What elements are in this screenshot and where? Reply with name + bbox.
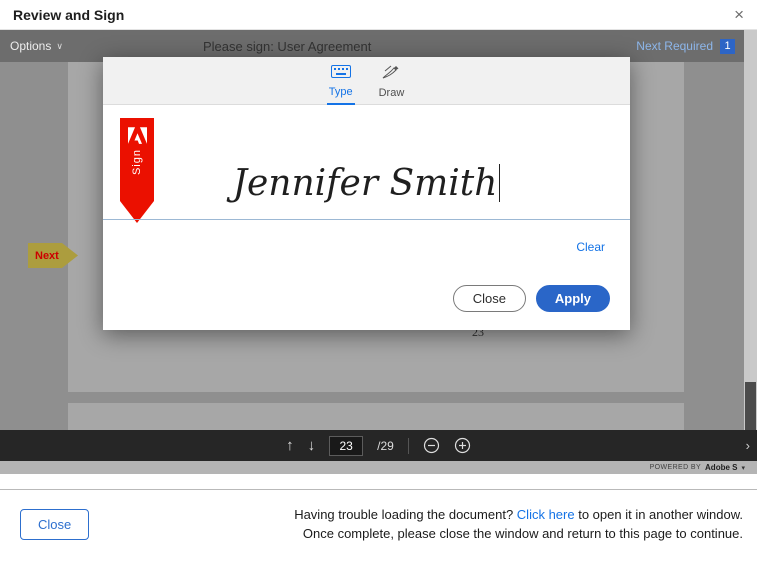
footer-help-line1: Having trouble loading the document? Cli… bbox=[294, 505, 743, 524]
scrollbar[interactable] bbox=[744, 30, 757, 430]
options-label: Options bbox=[10, 39, 51, 53]
tab-type-label: Type bbox=[329, 86, 353, 98]
caret-down-icon: ▾ bbox=[741, 464, 745, 472]
document-page-next bbox=[68, 403, 684, 430]
signature-input[interactable]: Jennifer Smith bbox=[103, 163, 630, 204]
viewer-toolbar: ↑ ↓ 23 /29 › bbox=[0, 430, 757, 461]
zoom-out-icon[interactable] bbox=[423, 437, 440, 454]
options-dropdown[interactable]: Options ∨ bbox=[10, 30, 63, 62]
dialog-title: Review and Sign bbox=[13, 7, 124, 23]
signature-area: Sign Jennifer Smith Clear Close Apply bbox=[103, 105, 630, 329]
keyboard-icon bbox=[331, 65, 351, 83]
next-required-label: Next Required bbox=[636, 39, 713, 53]
powered-by-strip: POWERED BY Adobe S ▾ bbox=[0, 461, 757, 474]
close-icon[interactable]: × bbox=[734, 6, 744, 23]
click-here-link[interactable]: Click here bbox=[517, 507, 575, 522]
tab-type[interactable]: Type bbox=[329, 57, 353, 104]
zoom-in-icon[interactable] bbox=[454, 437, 471, 454]
tab-draw-label: Draw bbox=[379, 87, 405, 99]
apply-button[interactable]: Apply bbox=[536, 285, 610, 312]
signature-value: Jennifer Smith bbox=[233, 163, 498, 204]
trouble-suffix: to open it in another window. bbox=[578, 507, 743, 522]
footer-help-line2: Once complete, please close the window a… bbox=[294, 524, 743, 543]
next-field-arrow-label: Next bbox=[35, 250, 59, 262]
scrollbar-thumb[interactable] bbox=[745, 382, 756, 430]
next-required[interactable]: Next Required 1 bbox=[636, 30, 735, 62]
trouble-prefix: Having trouble loading the document? bbox=[294, 507, 513, 522]
toolbar-divider bbox=[408, 438, 409, 454]
text-cursor bbox=[499, 164, 500, 202]
signature-actions: Close Apply bbox=[453, 285, 610, 312]
page-footer: Close Having trouble loading the documen… bbox=[0, 489, 757, 568]
next-required-badge: 1 bbox=[720, 39, 735, 54]
footer-close-button[interactable]: Close bbox=[20, 509, 89, 540]
toolbar-expand-icon[interactable]: › bbox=[746, 438, 750, 453]
signature-tab-bar: Type Draw bbox=[103, 57, 630, 105]
next-page-icon[interactable]: ↓ bbox=[308, 438, 316, 453]
signature-baseline bbox=[103, 219, 630, 220]
powered-by-label: POWERED BY bbox=[650, 464, 701, 471]
footer-help-text: Having trouble loading the document? Cli… bbox=[294, 505, 743, 543]
brand-label: Adobe S bbox=[705, 463, 737, 472]
page-total-label: /29 bbox=[377, 439, 394, 453]
clear-link[interactable]: Clear bbox=[576, 240, 605, 254]
dialog-header: Review and Sign × bbox=[0, 0, 757, 30]
chevron-down-icon: ∨ bbox=[56, 41, 63, 52]
adobe-logo-icon bbox=[128, 127, 147, 144]
signature-close-button[interactable]: Close bbox=[453, 285, 526, 312]
pen-icon bbox=[382, 65, 400, 84]
page-number-input[interactable]: 23 bbox=[329, 436, 363, 456]
tab-draw[interactable]: Draw bbox=[379, 57, 405, 104]
previous-page-icon[interactable]: ↑ bbox=[286, 438, 294, 453]
signature-dialog: Type Draw Sign Jennifer Smith Clear Clos bbox=[103, 57, 630, 330]
